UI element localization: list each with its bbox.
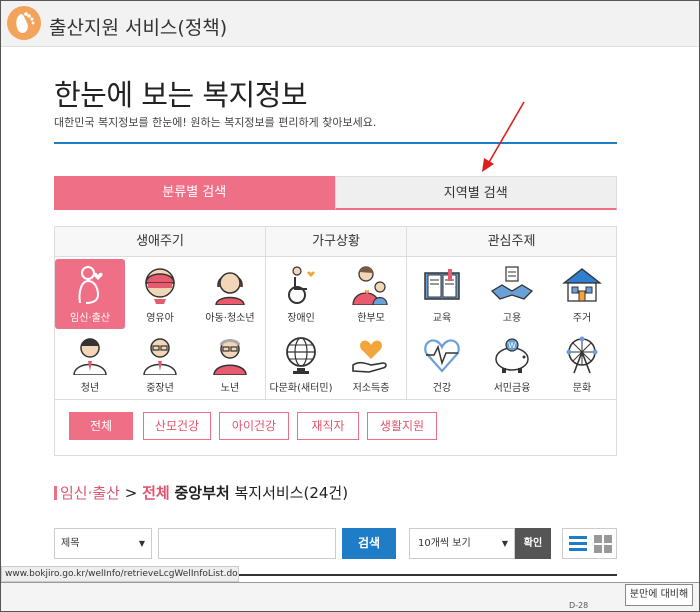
subtab-child-health[interactable]: 아이건강 [219, 412, 289, 440]
category-label: 한부모 [357, 313, 385, 324]
house-icon [562, 268, 602, 302]
globe-icon [286, 337, 316, 374]
category-panel: 생애주기 임신·출산 영유아 아동·청소년 청년 중장년 노년 가구상황 장애인… [54, 226, 617, 400]
result-department: 중앙부처 [174, 484, 230, 502]
category-label: 서민금융 [493, 383, 531, 394]
young-man-icon [73, 338, 107, 375]
tab-region-search[interactable]: 지역별 검색 [334, 176, 617, 210]
category-elderly[interactable]: 노년 [195, 329, 265, 399]
category-housing[interactable]: 주거 [547, 259, 617, 329]
result-separator: > [124, 484, 138, 502]
infant-icon [145, 268, 175, 304]
middle-aged-icon [143, 338, 177, 375]
result-heading: 임신·출산 > 전체 중앙부처 복지서비스(24건) [54, 482, 348, 503]
group-title: 관심주제 [407, 227, 616, 257]
category-education[interactable]: 교육 [407, 259, 477, 329]
subtab-living-support[interactable]: 생활지원 [367, 412, 437, 440]
taskbar-code: D-28 [569, 601, 589, 610]
search-button[interactable]: 검색 [342, 528, 396, 559]
tab-category-search[interactable]: 분류별 검색 [54, 176, 335, 210]
category-label: 다문화(새터민) [269, 383, 333, 394]
confirm-button[interactable]: 확인 [515, 528, 551, 559]
category-label: 임신·출산 [70, 313, 110, 324]
category-low-income[interactable]: 저소득층 [336, 329, 406, 399]
health-heart-icon [424, 339, 460, 373]
search-toolbar: 제목 ▼ 검색 10개씩 보기 ▼ 확인 [54, 528, 617, 560]
category-label: 장애인 [287, 313, 315, 324]
annotation-arrow-icon [482, 101, 525, 172]
result-category: 임신·출산 [60, 484, 120, 502]
page-title: 한눈에 보는 복지정보 [54, 78, 308, 112]
group-household: 가구상황 장애인 한부모 다문화(새터민) 저소득층 [265, 227, 406, 399]
category-label: 저소득층 [352, 383, 390, 394]
chevron-down-icon: ▼ [138, 539, 145, 548]
chevron-down-icon: ▼ [501, 539, 508, 548]
pregnant-woman-icon [78, 266, 103, 304]
category-label: 교육 [432, 313, 452, 324]
category-employment[interactable]: 고용 [477, 259, 547, 329]
search-field-select[interactable]: 제목 ▼ [54, 528, 152, 559]
single-parent-icon [352, 266, 388, 305]
category-culture[interactable]: 문화 [547, 329, 617, 399]
category-microfinance[interactable]: W 서민금융 [477, 329, 547, 399]
category-multicultural[interactable]: 다문화(새터민) [266, 329, 336, 399]
group-life-cycle: 생애주기 임신·출산 영유아 아동·청소년 청년 중장년 노년 [55, 227, 265, 399]
category-label: 영유아 [146, 313, 174, 324]
category-label: 청년 [80, 383, 100, 394]
category-label: 아동·청소년 [205, 313, 255, 324]
handshake-icon [490, 266, 534, 300]
category-label: 중장년 [146, 383, 174, 394]
search-field-value: 제목 [61, 538, 80, 549]
taskbar: D-28 분만에 대비해 [1, 582, 699, 611]
category-label: 주거 [572, 313, 592, 324]
result-count: 복지서비스(24건) [234, 484, 349, 502]
book-icon [424, 269, 460, 300]
heading-accent-bar [54, 486, 57, 500]
category-pregnancy-birth[interactable]: 임신·출산 [55, 259, 125, 329]
title-divider [54, 142, 617, 144]
group-interest: 관심주제 교육 고용 주거 건강 W 서민금융 문화 [406, 227, 616, 399]
category-label: 노년 [220, 383, 240, 394]
page-size-select[interactable]: 10개씩 보기 ▼ [409, 528, 515, 559]
category-single-parent[interactable]: 한부모 [336, 259, 406, 329]
search-type-tabs: 분류별 검색 지역별 검색 [54, 176, 617, 210]
child-teen-icon [215, 272, 245, 305]
group-title: 생애주기 [55, 227, 265, 257]
category-health[interactable]: 건강 [407, 329, 477, 399]
ferris-wheel-icon [566, 336, 598, 374]
subtab-employee[interactable]: 재직자 [297, 412, 359, 440]
category-label: 건강 [432, 383, 452, 394]
taskbar-window-button[interactable]: 분만에 대비해 [625, 584, 693, 606]
category-youth[interactable]: 청년 [55, 329, 125, 399]
category-label: 고용 [502, 313, 522, 324]
wheelchair-icon [288, 266, 315, 304]
elderly-icon [213, 339, 247, 375]
heart-hand-icon [352, 340, 387, 373]
status-url: www.bokjiro.go.kr/welInfo/retrieveLcgWel… [1, 566, 239, 582]
category-infant[interactable]: 영유아 [125, 259, 195, 329]
keyword-input[interactable] [158, 528, 336, 559]
view-toggle [562, 528, 617, 559]
page-subtitle: 대한민국 복지정보를 한눈에! 원하는 복지정보를 편리하게 찾아보세요. [54, 116, 377, 129]
subtab-maternal-health[interactable]: 산모건강 [143, 412, 211, 440]
subtab-all[interactable]: 전체 [69, 412, 133, 440]
group-title: 가구상황 [266, 227, 406, 257]
category-child-teen[interactable]: 아동·청소년 [195, 259, 265, 329]
result-filter: 전체 [142, 484, 170, 502]
app-header: 출산지원 서비스(정책) [1, 1, 699, 47]
category-disabled[interactable]: 장애인 [266, 259, 336, 329]
list-view-icon[interactable] [569, 535, 587, 553]
window-title: 출산지원 서비스(정책) [49, 17, 228, 39]
subcategory-filter-row: 전체 산모건강 아이건강 재직자 생활지원 [54, 400, 617, 456]
category-middle-aged[interactable]: 중장년 [125, 329, 195, 399]
grid-view-icon[interactable] [594, 535, 612, 553]
page-size-value: 10개씩 보기 [418, 538, 471, 549]
piggy-bank-icon: W [495, 338, 529, 373]
baby-foot-logo-icon [7, 6, 41, 40]
svg-text:W: W [508, 341, 516, 350]
category-label: 문화 [572, 383, 592, 394]
